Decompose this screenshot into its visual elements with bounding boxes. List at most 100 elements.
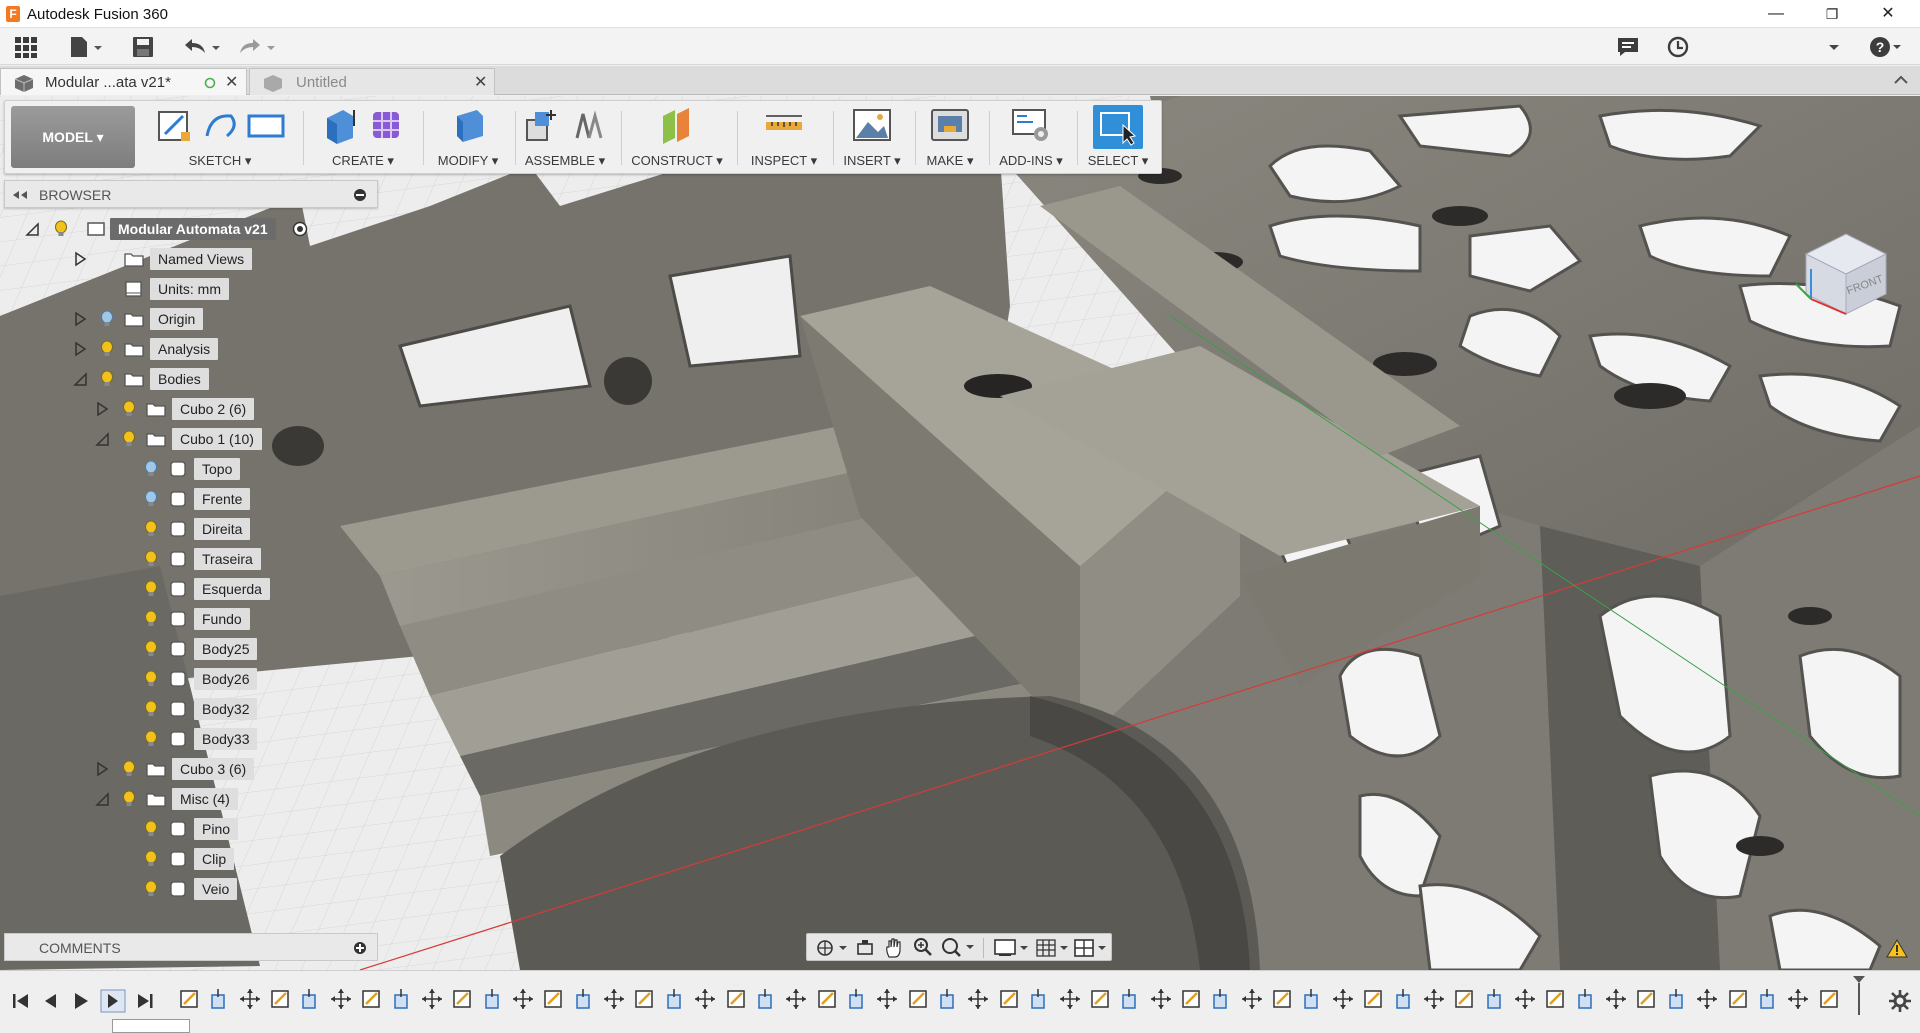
timeline-feature-move-icon[interactable] bbox=[1605, 987, 1627, 1011]
timeline-feature-extrude-icon[interactable] bbox=[664, 987, 686, 1011]
browser-node[interactable]: Cubo 3 (6) bbox=[20, 756, 360, 782]
grid-snaps-icon[interactable] bbox=[1035, 938, 1071, 958]
timeline-feature-move-icon[interactable] bbox=[1332, 987, 1354, 1011]
new-component-icon[interactable] bbox=[522, 105, 562, 145]
make-group[interactable]: MAKE ▾ bbox=[917, 105, 983, 171]
visibility-bulb-icon[interactable] bbox=[144, 820, 158, 838]
measure-icon[interactable] bbox=[764, 105, 804, 145]
timeline-marker-icon[interactable] bbox=[1852, 975, 1866, 1017]
timeline-feature-extrude-icon[interactable] bbox=[755, 987, 777, 1011]
timeline-feature-move-icon[interactable] bbox=[512, 987, 534, 1011]
expand-closed-icon[interactable] bbox=[94, 761, 110, 777]
visibility-bulb-icon[interactable] bbox=[122, 790, 136, 808]
timeline-feature-extrude-icon[interactable] bbox=[482, 987, 504, 1011]
visibility-bulb-icon[interactable] bbox=[100, 370, 114, 388]
timeline-feature-move-icon[interactable] bbox=[967, 987, 989, 1011]
browser-node[interactable]: Named Views bbox=[20, 246, 360, 272]
timeline-feature-extrude-icon[interactable] bbox=[1301, 987, 1323, 1011]
visibility-bulb-icon[interactable] bbox=[144, 580, 158, 598]
warning-icon[interactable] bbox=[1886, 938, 1908, 958]
browser-node[interactable]: Traseira bbox=[20, 546, 360, 572]
select-group[interactable]: SELECT ▾ bbox=[1079, 105, 1157, 171]
create-sketch-icon[interactable] bbox=[154, 105, 194, 145]
pan-hand-icon[interactable] bbox=[883, 937, 903, 959]
visibility-bulb-icon[interactable] bbox=[144, 550, 158, 568]
browser-node[interactable]: Cubo 1 (10) bbox=[20, 426, 360, 452]
timeline-feature-sketch-icon[interactable] bbox=[360, 987, 382, 1011]
browser-node[interactable]: Topo bbox=[20, 456, 360, 482]
timeline-feature-sketch-icon[interactable] bbox=[1180, 987, 1202, 1011]
tab-modular-automata[interactable]: Modular ...ata v21* ✕ bbox=[0, 68, 247, 95]
insert-group[interactable]: INSERT ▾ bbox=[835, 105, 909, 171]
timeline-feature-extrude-icon[interactable] bbox=[1119, 987, 1141, 1011]
orbit-icon[interactable] bbox=[815, 938, 851, 958]
browser-minimize-icon[interactable] bbox=[353, 188, 367, 202]
grid-menu-icon[interactable] bbox=[14, 35, 38, 59]
browser-node[interactable]: Body33 bbox=[20, 726, 360, 752]
browser-node[interactable]: Veio bbox=[20, 876, 360, 902]
restore-button[interactable]: ❐ bbox=[1804, 0, 1860, 28]
display-settings-icon[interactable] bbox=[993, 938, 1031, 958]
browser-node[interactable]: Units: mm bbox=[20, 276, 360, 302]
comment-icon[interactable] bbox=[1616, 35, 1640, 59]
timeline-feature-move-icon[interactable] bbox=[1696, 987, 1718, 1011]
timeline-feature-extrude-icon[interactable] bbox=[1666, 987, 1688, 1011]
timeline-feature-sketch-icon[interactable] bbox=[816, 987, 838, 1011]
viewports-icon[interactable] bbox=[1073, 938, 1109, 958]
undo-icon[interactable] bbox=[181, 35, 223, 59]
browser-node[interactable]: Frente bbox=[20, 486, 360, 512]
look-at-icon[interactable] bbox=[855, 938, 875, 958]
create-group[interactable]: CREATE ▾ bbox=[309, 105, 417, 171]
timeline-feature-move-icon[interactable] bbox=[1150, 987, 1172, 1011]
collapse-chevron-icon[interactable] bbox=[1892, 72, 1910, 88]
scripts-addins-icon[interactable] bbox=[1011, 105, 1051, 145]
timeline-feature-move-icon[interactable] bbox=[1241, 987, 1263, 1011]
timeline-feature-move-icon[interactable] bbox=[1787, 987, 1809, 1011]
expand-open-icon[interactable] bbox=[72, 371, 88, 387]
redo-icon[interactable] bbox=[236, 35, 278, 59]
timeline-feature-extrude-icon[interactable] bbox=[573, 987, 595, 1011]
visibility-bulb-icon[interactable] bbox=[144, 850, 158, 868]
tab-close-icon[interactable]: ✕ bbox=[474, 72, 487, 92]
visibility-bulb-icon[interactable] bbox=[144, 460, 158, 478]
timeline-track[interactable] bbox=[178, 985, 1858, 1013]
clock-icon[interactable] bbox=[1666, 35, 1690, 59]
offset-plane-icon[interactable] bbox=[657, 105, 697, 145]
modify-group[interactable]: MODIFY ▾ bbox=[425, 105, 511, 171]
browser-node[interactable]: Pino bbox=[20, 816, 360, 842]
browser-node[interactable]: Analysis bbox=[20, 336, 360, 362]
step-back-icon[interactable] bbox=[40, 991, 62, 1011]
file-icon[interactable] bbox=[68, 35, 104, 59]
activate-radio-icon[interactable] bbox=[292, 221, 308, 237]
visibility-bulb-icon[interactable] bbox=[144, 490, 158, 508]
joint-icon[interactable] bbox=[568, 105, 608, 145]
timeline-feature-move-icon[interactable] bbox=[1514, 987, 1536, 1011]
browser-node[interactable]: Origin bbox=[20, 306, 360, 332]
browser-node[interactable]: Cubo 2 (6) bbox=[20, 396, 360, 422]
browser-root-node[interactable]: Modular Automata v21 bbox=[20, 216, 380, 242]
timeline-feature-sketch-icon[interactable] bbox=[1362, 987, 1384, 1011]
timeline-feature-move-icon[interactable] bbox=[694, 987, 716, 1011]
browser-node[interactable]: Body26 bbox=[20, 666, 360, 692]
timeline-feature-extrude-icon[interactable] bbox=[391, 987, 413, 1011]
expand-open-icon[interactable] bbox=[24, 221, 40, 237]
browser-node[interactable]: Bodies bbox=[20, 366, 360, 392]
timeline-feature-sketch-icon[interactable] bbox=[178, 987, 200, 1011]
timeline-feature-move-icon[interactable] bbox=[239, 987, 261, 1011]
timeline-feature-sketch-icon[interactable] bbox=[1453, 987, 1475, 1011]
visibility-bulb-icon[interactable] bbox=[144, 520, 158, 538]
sketch-group[interactable]: SKETCH ▾ bbox=[145, 105, 295, 171]
help-icon[interactable]: ? bbox=[1868, 35, 1904, 59]
browser-node[interactable]: Body25 bbox=[20, 636, 360, 662]
timeline-feature-extrude-icon[interactable] bbox=[1484, 987, 1506, 1011]
timeline-feature-move-icon[interactable] bbox=[1423, 987, 1445, 1011]
timeline-settings-gear-icon[interactable] bbox=[1888, 989, 1912, 1013]
rectangle-icon[interactable] bbox=[246, 105, 286, 145]
browser-node[interactable]: Direita bbox=[20, 516, 360, 542]
visibility-bulb-icon[interactable] bbox=[144, 700, 158, 718]
timeline-feature-extrude-icon[interactable] bbox=[208, 987, 230, 1011]
timeline-feature-sketch-icon[interactable] bbox=[1271, 987, 1293, 1011]
press-pull-icon[interactable] bbox=[448, 105, 488, 145]
timeline-feature-move-icon[interactable] bbox=[603, 987, 625, 1011]
skip-start-icon[interactable] bbox=[10, 991, 32, 1011]
